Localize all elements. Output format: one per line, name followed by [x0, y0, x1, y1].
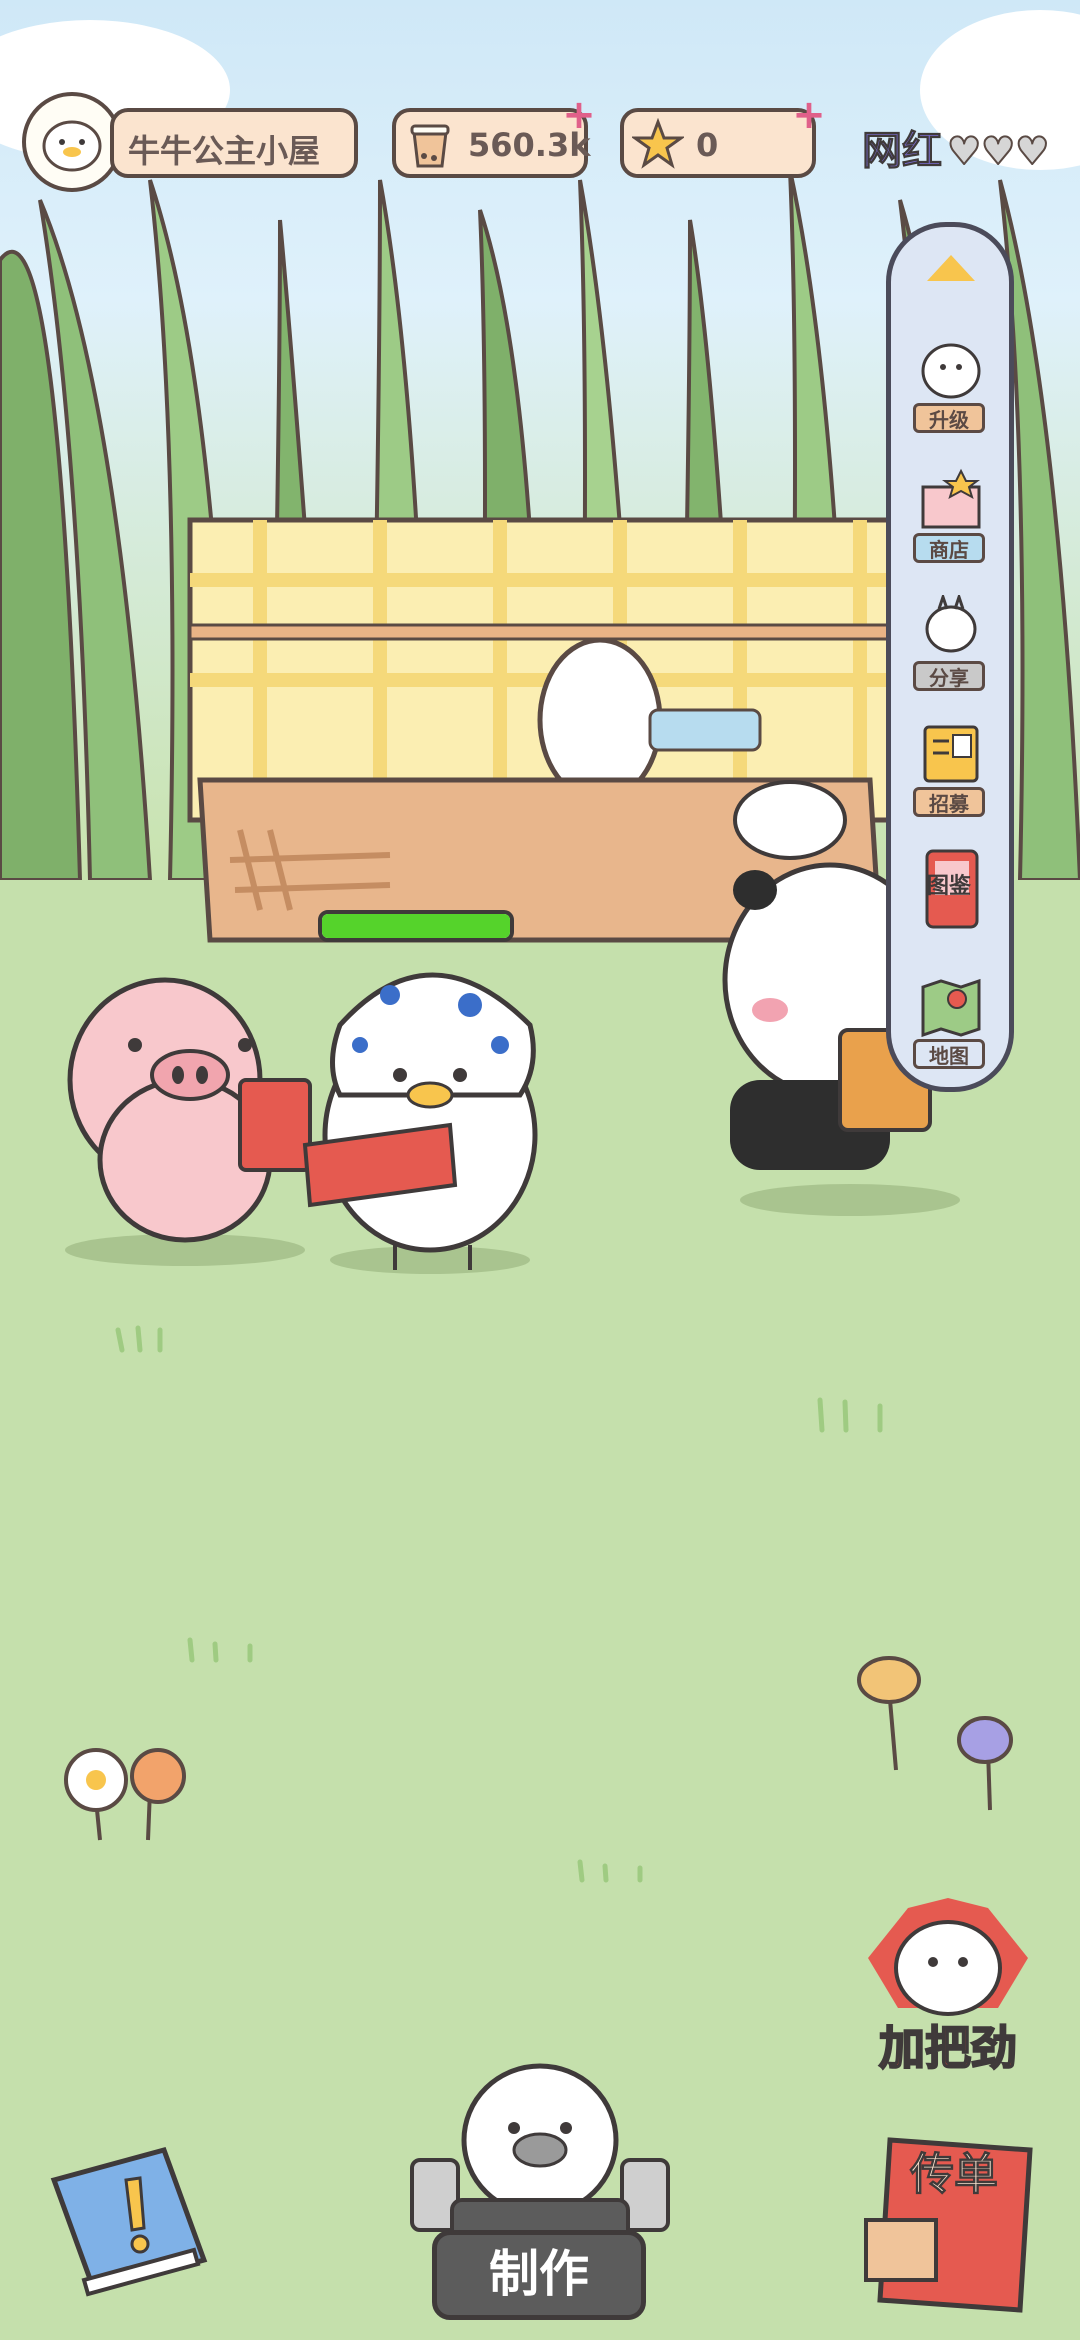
- side-item-shop[interactable]: 商店: [903, 467, 999, 563]
- side-item-label: 升级: [913, 403, 985, 433]
- tea-currency-counter[interactable]: 560.3k: [392, 108, 591, 178]
- bubble-tea-icon: [410, 124, 450, 168]
- seal-chef-icon: [410, 2063, 670, 2250]
- side-item-label: 地图: [913, 1039, 985, 1069]
- rating-label: 网红: [862, 128, 943, 175]
- rating-display[interactable]: 网红 ♥♥♥: [862, 118, 1051, 175]
- map-icon: [921, 978, 981, 1037]
- star-amount: 0: [696, 126, 719, 164]
- side-item-label: 商店: [913, 533, 985, 563]
- add-tea-icon[interactable]: +: [562, 95, 596, 135]
- side-item-collection[interactable]: 图鉴: [903, 847, 999, 943]
- star-currency-counter[interactable]: 0: [620, 108, 816, 178]
- make-label: 制作: [432, 2230, 646, 2320]
- side-menu: 升级 商店 分享 招募 图鉴 地图: [886, 222, 1014, 1092]
- recruit-icon: [923, 725, 979, 783]
- chick-avatar-icon: [42, 120, 102, 172]
- side-item-upgrade[interactable]: 升级: [903, 337, 999, 433]
- player-avatar[interactable]: [22, 92, 122, 192]
- add-star-icon[interactable]: +: [792, 95, 826, 135]
- flyer-button[interactable]: 传单: [860, 2130, 1040, 2320]
- star-icon: [632, 118, 684, 169]
- shop-name-plate[interactable]: 牛牛公主小屋: [110, 108, 358, 178]
- side-item-label: 招募: [913, 787, 985, 817]
- cheer-label: 加把劲: [878, 2020, 1018, 2076]
- side-item-recruit[interactable]: 招募: [903, 721, 999, 817]
- flyer-label: 传单: [910, 2149, 999, 2201]
- guide-book-icon[interactable]: [44, 2140, 214, 2300]
- ghost-upgrade-icon: [921, 343, 981, 399]
- side-item-map[interactable]: 地图: [903, 973, 999, 1069]
- cheer-ghost-icon: [868, 1898, 1028, 2016]
- collapse-menu-icon[interactable]: [927, 255, 975, 281]
- side-item-share[interactable]: 分享: [903, 595, 999, 691]
- side-item-label: 图鉴: [926, 874, 971, 899]
- heart-icons: ♥♥♥: [946, 128, 1050, 174]
- cheer-button[interactable]: 加把劲: [848, 1888, 1048, 2078]
- side-item-label: 分享: [913, 661, 985, 691]
- ground-decorations: [64, 1325, 1013, 1883]
- shop-icon: [921, 468, 981, 529]
- shop-name: 牛牛公主小屋: [128, 132, 321, 170]
- game-scene: 牛牛公主小屋 560.3k + 0 + 网红 ♥♥♥ 升级 商店 分享 招募 图…: [0, 0, 1080, 2340]
- share-icon: [925, 595, 977, 653]
- make-button[interactable]: 制作: [402, 2050, 678, 2340]
